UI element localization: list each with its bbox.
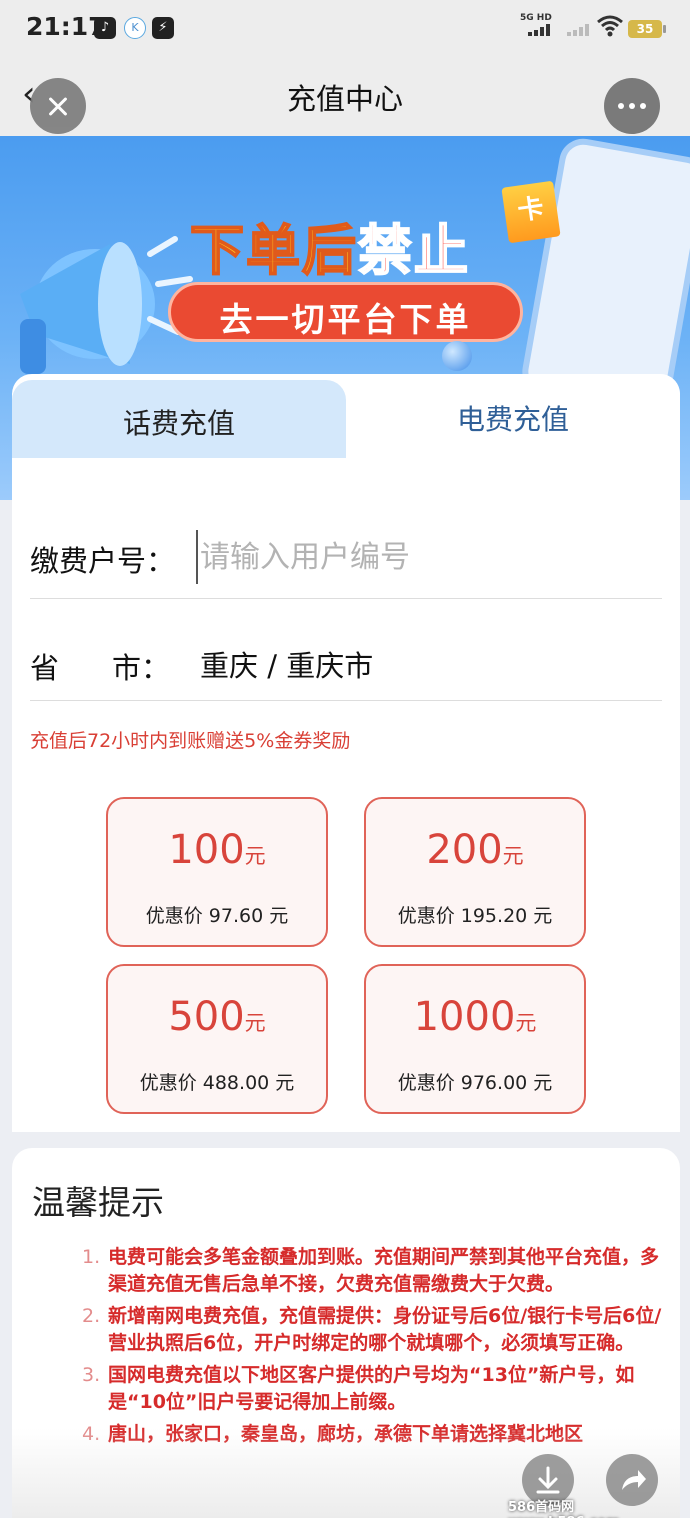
tip-item: 2. 新增南网电费充值，充值需提供：身份证号后6位/银行卡号后6位/营业执照后6位… xyxy=(82,1303,662,1357)
signal-secondary-icon xyxy=(567,24,589,36)
amount-option-1000[interactable]: 1000元 优惠价 976.00 元 xyxy=(364,964,586,1114)
tips-list: 1. 电费可能会多笔金额叠加到账。充值期间严禁到其他平台充值，多渠道充值无售后急单… xyxy=(82,1244,662,1453)
watermark: 586首码网 www.h586.com xyxy=(508,1500,620,1518)
banner-subtitle-pill: 去一切平台下单 xyxy=(168,282,523,342)
tip-text: 电费可能会多笔金额叠加到账。充值期间严禁到其他平台充值，多渠道充值无售后急单不接… xyxy=(108,1246,660,1295)
decorative-ball xyxy=(442,341,472,371)
signal-icon xyxy=(528,24,550,36)
discount-price: 优惠价 976.00 元 xyxy=(397,1072,553,1094)
banner-headline: 下单后禁止 xyxy=(189,206,470,285)
status-bar: 21:17 ♪ K ⚡ 5G HD 35 xyxy=(0,0,690,58)
region-value[interactable]: 重庆 / 重庆市 xyxy=(200,643,373,685)
discount-price: 优惠价 97.60 元 xyxy=(145,905,289,927)
tiktok-icon: ♪ xyxy=(94,17,116,39)
k-app-icon: K xyxy=(124,17,146,39)
amount-value: 500元 xyxy=(108,994,326,1040)
banner-headline-part: 下单后 xyxy=(189,218,358,283)
account-input[interactable] xyxy=(196,530,646,584)
wifi-icon xyxy=(597,15,623,37)
amount-option-500[interactable]: 500元 优惠价 488.00 元 xyxy=(106,964,328,1114)
province-label: 省 xyxy=(30,651,60,685)
amount-option-200[interactable]: 200元 优惠价 195.20 元 xyxy=(364,797,586,947)
amount-unit: 元 xyxy=(502,844,524,868)
tip-item: 3. 国网电费充值以下地区客户提供的户号均为“13位”新户号，如是“10位”旧户号… xyxy=(82,1362,662,1416)
nav-bar: ‹ 充值中心 xyxy=(0,58,690,136)
account-label: 缴费户号： xyxy=(30,544,176,578)
tip-number: 1. xyxy=(82,1246,101,1268)
amount-number: 1000 xyxy=(413,994,516,1040)
amount-number: 200 xyxy=(426,827,503,873)
tip-text: 新增南网电费充值，充值需提供：身份证号后6位/银行卡号后6位/营业执照后6位，开… xyxy=(108,1305,662,1354)
flash-app-icon: ⚡ xyxy=(152,17,174,39)
battery-icon: 35 xyxy=(628,20,666,38)
amount-option-100[interactable]: 100元 优惠价 97.60 元 xyxy=(106,797,328,947)
tab-label: 话费充值 xyxy=(122,407,235,440)
tab-label: 电费充值 xyxy=(456,403,569,436)
discount-price: 优惠价 488.00 元 xyxy=(139,1072,295,1094)
amount-unit: 元 xyxy=(244,844,266,868)
network-type: 5G HD xyxy=(520,13,552,23)
amount-unit: 元 xyxy=(515,1011,537,1035)
amount-number: 500 xyxy=(168,994,245,1040)
amount-value: 100元 xyxy=(108,827,326,873)
banner-subtitle: 去一切平台下单 xyxy=(219,300,472,339)
tip-item: 1. 电费可能会多笔金额叠加到账。充值期间严禁到其他平台充值，多渠道充值无售后急单… xyxy=(82,1244,662,1298)
discount-price: 优惠价 195.20 元 xyxy=(397,905,553,927)
tip-number: 3. xyxy=(82,1364,101,1386)
tab-electricity-bill[interactable]: 电费充值 xyxy=(346,374,680,458)
tips-panel: 温馨提示 1. 电费可能会多笔金额叠加到账。充值期间严禁到其他平台充值，多渠道充值… xyxy=(12,1148,680,1518)
page-title: 充值中心 xyxy=(286,82,403,116)
tip-text: 国网电费充值以下地区客户提供的户号均为“13位”新户号，如是“10位”旧户号要记… xyxy=(108,1364,635,1413)
reward-notice: 充值后72小时内到账赠送5%金券奖励 xyxy=(30,730,351,752)
divider xyxy=(30,598,662,599)
tip-number: 2. xyxy=(82,1305,101,1327)
city-label: 市： xyxy=(112,651,171,685)
divider xyxy=(30,700,662,701)
card-icon: 卡 xyxy=(501,180,561,244)
amount-unit: 元 xyxy=(244,1011,266,1035)
tips-title: 温馨提示 xyxy=(32,1183,164,1222)
amount-value: 1000元 xyxy=(366,994,584,1040)
tab-phone-bill[interactable]: 话费充值 xyxy=(12,380,346,458)
more-button[interactable] xyxy=(604,78,660,134)
amount-number: 100 xyxy=(168,827,245,873)
amount-value: 200元 xyxy=(366,827,584,873)
banner-headline-highlight: 禁止 xyxy=(357,218,470,283)
